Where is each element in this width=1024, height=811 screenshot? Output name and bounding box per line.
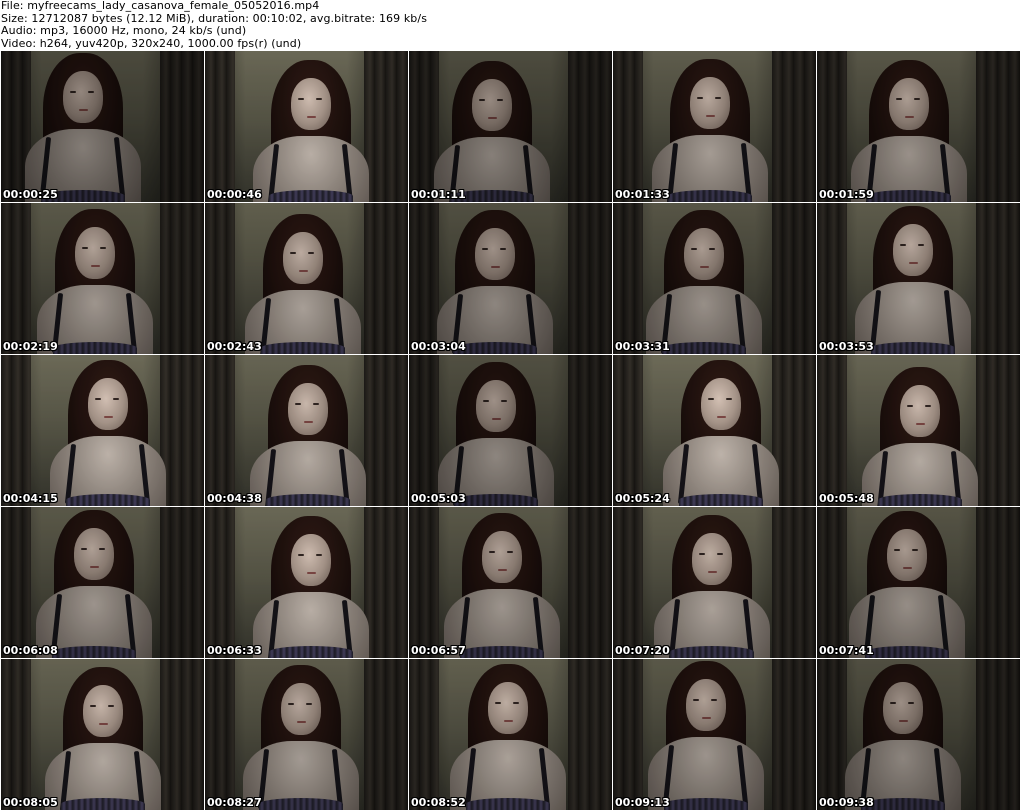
video-frame-thumbnail: 00:02:19 <box>1 203 204 354</box>
frame-image <box>409 659 612 810</box>
frame-image <box>613 507 816 658</box>
video-frame-thumbnail: 00:05:03 <box>409 355 612 506</box>
video-frame-thumbnail: 00:04:38 <box>205 355 408 506</box>
frame-timestamp: 00:07:20 <box>615 644 670 657</box>
video-frame-thumbnail: 00:07:41 <box>817 507 1020 658</box>
frame-image <box>817 203 1020 354</box>
frame-timestamp: 00:01:33 <box>615 188 670 201</box>
frame-timestamp: 00:02:19 <box>3 340 58 353</box>
audio-info-line: Audio: mp3, 16000 Hz, mono, 24 kb/s (und… <box>1 24 247 37</box>
video-frame-thumbnail: 00:06:08 <box>1 507 204 658</box>
frame-image <box>1 51 204 202</box>
frame-timestamp: 00:01:11 <box>411 188 466 201</box>
video-info-line: Video: h264, yuv420p, 320x240, 1000.00 f… <box>1 36 302 50</box>
frame-timestamp: 00:09:13 <box>615 796 670 809</box>
file-name-line: File: myfreecams_lady_casanova_female_05… <box>1 0 320 12</box>
file-info-header: File: myfreecams_lady_casanova_female_05… <box>0 0 1024 50</box>
frame-timestamp: 00:05:24 <box>615 492 670 505</box>
video-frame-thumbnail: 00:00:25 <box>1 51 204 202</box>
frame-timestamp: 00:06:57 <box>411 644 466 657</box>
frame-timestamp: 00:01:59 <box>819 188 874 201</box>
frame-timestamp: 00:03:04 <box>411 340 466 353</box>
video-frame-thumbnail: 00:08:05 <box>1 659 204 810</box>
video-frame-thumbnail: 00:05:24 <box>613 355 816 506</box>
video-frame-thumbnail: 00:01:59 <box>817 51 1020 202</box>
video-frame-thumbnail: 00:00:46 <box>205 51 408 202</box>
video-frame-thumbnail: 00:09:13 <box>613 659 816 810</box>
frame-timestamp: 00:00:25 <box>3 188 58 201</box>
frame-image <box>409 203 612 354</box>
frame-image <box>613 355 816 506</box>
video-frame-thumbnail: 00:02:43 <box>205 203 408 354</box>
frame-timestamp: 00:04:38 <box>207 492 262 505</box>
video-frame-thumbnail: 00:06:33 <box>205 507 408 658</box>
frame-timestamp: 00:00:46 <box>207 188 262 201</box>
frame-timestamp: 00:08:05 <box>3 796 58 809</box>
video-frame-thumbnail: 00:08:52 <box>409 659 612 810</box>
frame-image <box>205 507 408 658</box>
frame-image <box>1 507 204 658</box>
frame-timestamp: 00:09:38 <box>819 796 874 809</box>
frame-image <box>409 355 612 506</box>
thumbnail-grid: 00:00:25 00:00:46 00:01:11 00:01:33 00:01:59… <box>1 51 1023 811</box>
frame-timestamp: 00:06:08 <box>3 644 58 657</box>
frame-image <box>205 659 408 810</box>
frame-timestamp: 00:03:31 <box>615 340 670 353</box>
frame-timestamp: 00:08:52 <box>411 796 466 809</box>
frame-timestamp: 00:05:48 <box>819 492 874 505</box>
frame-image <box>613 51 816 202</box>
frame-image <box>613 659 816 810</box>
frame-image <box>409 507 612 658</box>
frame-timestamp: 00:03:53 <box>819 340 874 353</box>
frame-timestamp: 00:02:43 <box>207 340 262 353</box>
video-frame-thumbnail: 00:08:27 <box>205 659 408 810</box>
video-frame-thumbnail: 00:05:48 <box>817 355 1020 506</box>
frame-image <box>409 51 612 202</box>
frame-timestamp: 00:06:33 <box>207 644 262 657</box>
frame-image <box>817 355 1020 506</box>
frame-timestamp: 00:04:15 <box>3 492 58 505</box>
frame-timestamp: 00:07:41 <box>819 644 874 657</box>
frame-image <box>1 659 204 810</box>
frame-image <box>205 51 408 202</box>
frame-image <box>613 203 816 354</box>
frame-image <box>817 659 1020 810</box>
video-frame-thumbnail: 00:03:53 <box>817 203 1020 354</box>
frame-image <box>817 507 1020 658</box>
video-frame-thumbnail: 00:03:04 <box>409 203 612 354</box>
video-frame-thumbnail: 00:03:31 <box>613 203 816 354</box>
frame-image <box>1 203 204 354</box>
video-frame-thumbnail: 00:01:11 <box>409 51 612 202</box>
frame-timestamp: 00:05:03 <box>411 492 466 505</box>
frame-image <box>817 51 1020 202</box>
frame-image <box>205 355 408 506</box>
frame-image <box>205 203 408 354</box>
video-frame-thumbnail: 00:01:33 <box>613 51 816 202</box>
frame-timestamp: 00:08:27 <box>207 796 262 809</box>
video-frame-thumbnail: 00:09:38 <box>817 659 1020 810</box>
video-frame-thumbnail: 00:04:15 <box>1 355 204 506</box>
video-frame-thumbnail: 00:07:20 <box>613 507 816 658</box>
video-frame-thumbnail: 00:06:57 <box>409 507 612 658</box>
frame-image <box>1 355 204 506</box>
